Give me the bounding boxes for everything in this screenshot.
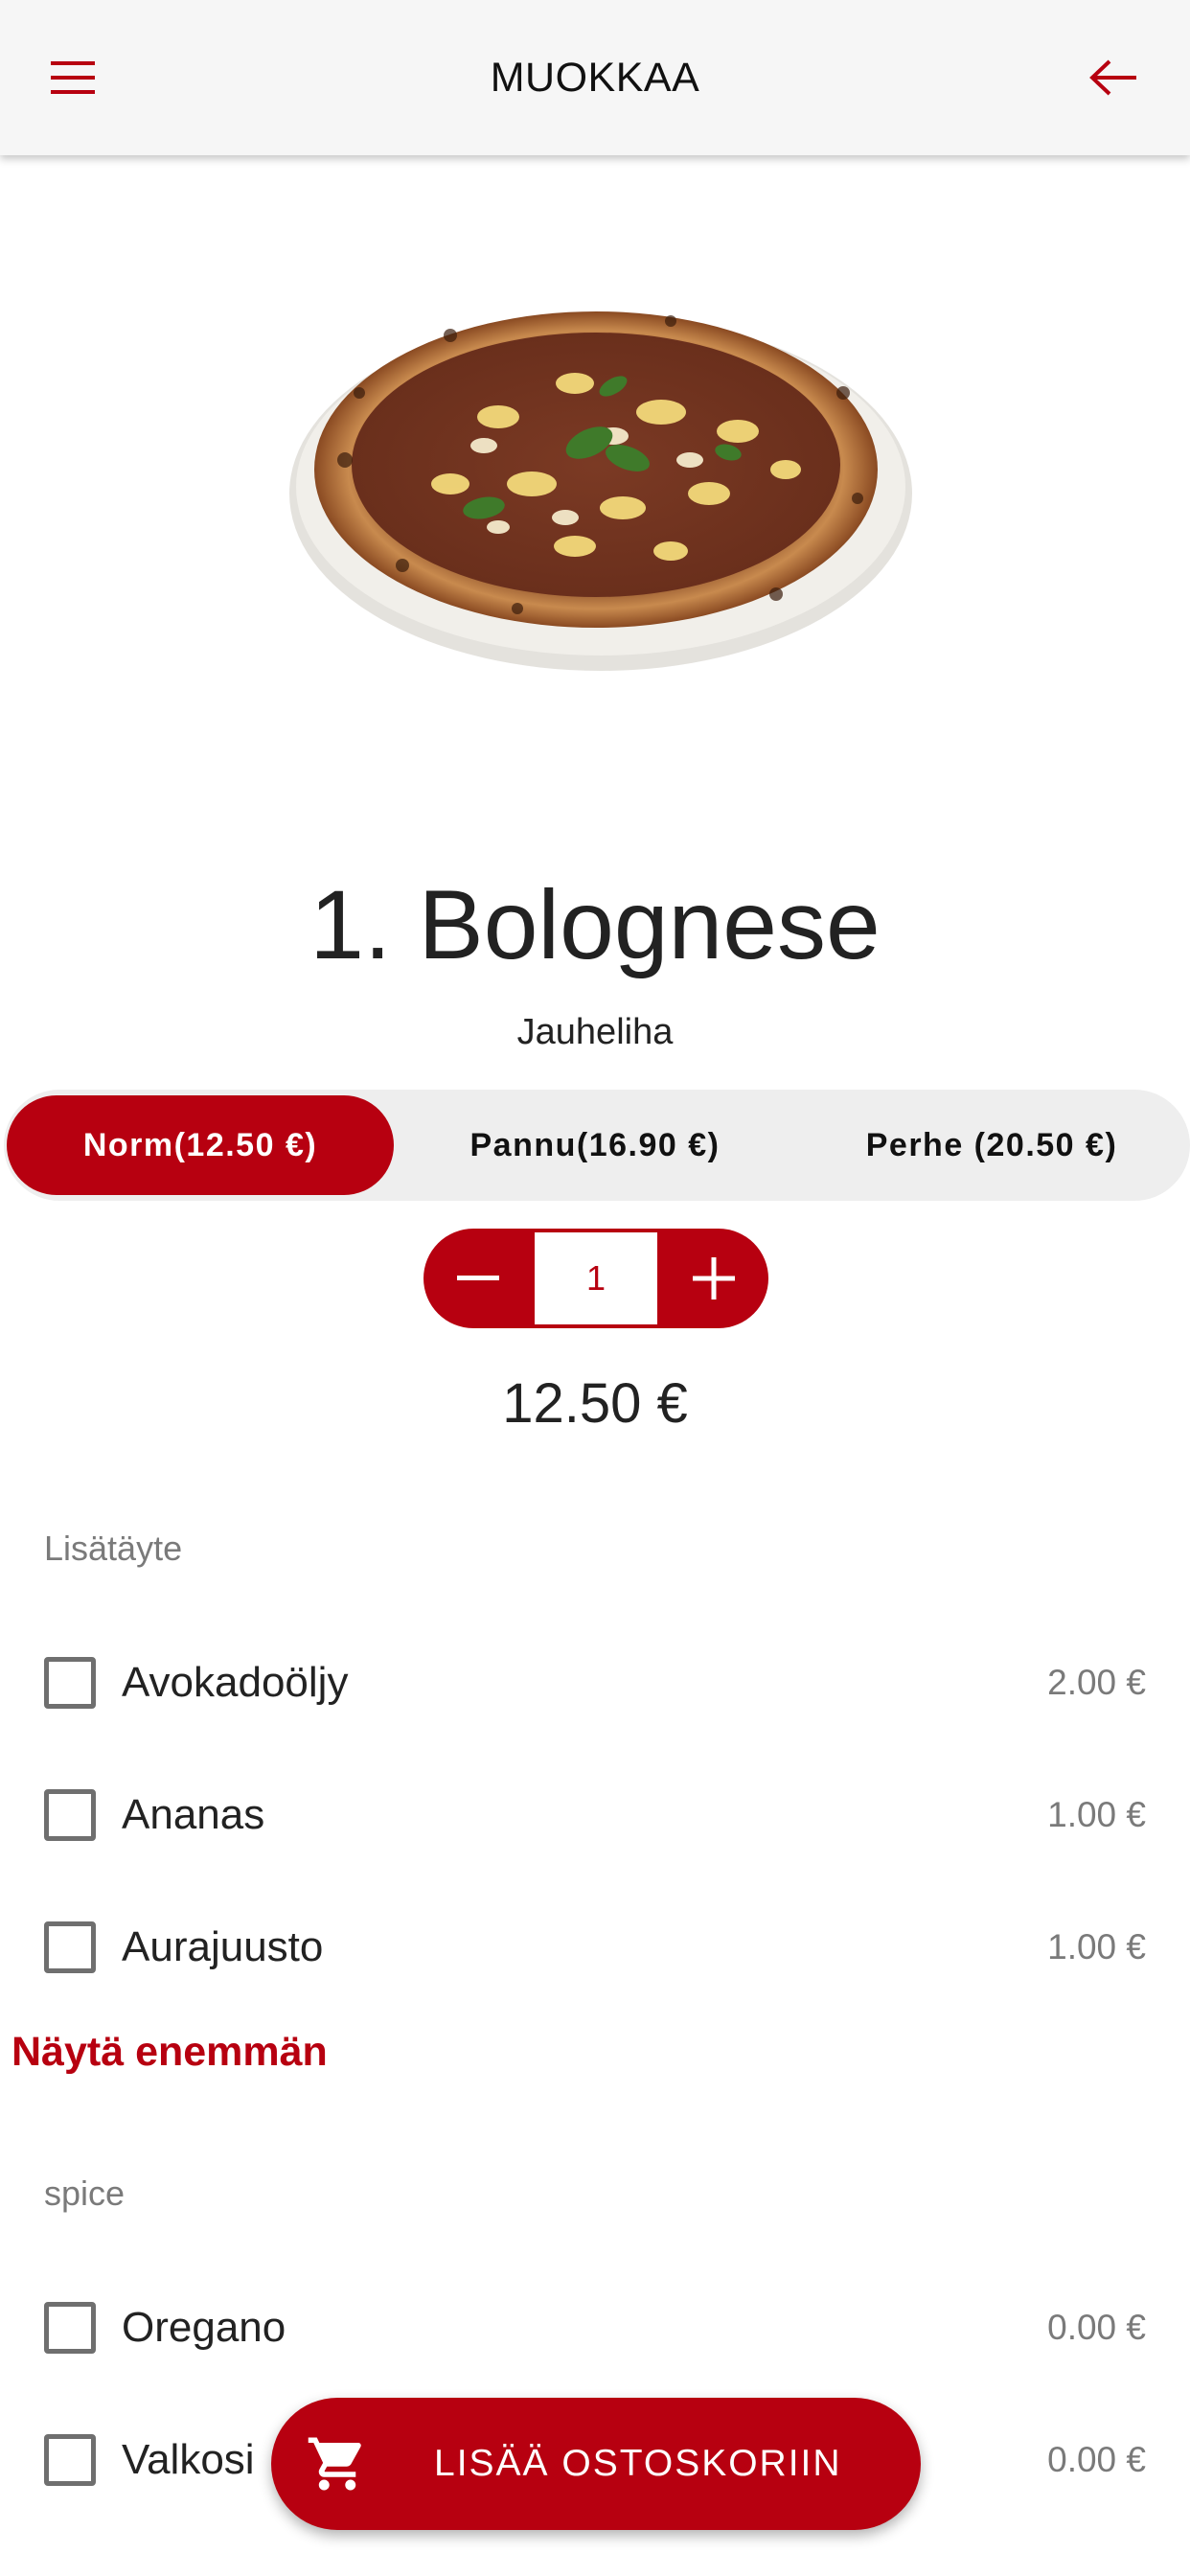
add-to-cart-label: LISÄÄ OSTOSKORIIN: [434, 2443, 842, 2484]
size-option-pannu[interactable]: Pannu(16.90 €): [394, 1095, 796, 1195]
shopping-cart-icon: [308, 2437, 361, 2491]
option-price: 0.00 €: [1047, 2308, 1146, 2347]
plus-icon: [693, 1257, 735, 1300]
option-row: Aurajuusto 1.00 €: [0, 1904, 1190, 1990]
option-row: Avokadoöljy 2.00 €: [0, 1640, 1190, 1726]
option-checkbox[interactable]: [44, 1921, 96, 1973]
option-checkbox[interactable]: [44, 1657, 96, 1709]
product-name: 1. Bolognese: [309, 870, 881, 979]
pizza-photo: [0, 230, 1190, 748]
top-app-bar: MUOKKAA: [0, 0, 1190, 155]
option-label: Valkosi: [122, 2436, 255, 2483]
group-title-extra-toppings: Lisätäyte: [44, 1529, 183, 1568]
option-checkbox[interactable]: [44, 1789, 96, 1841]
option-price: 1.00 €: [1047, 1927, 1146, 1966]
arrow-back-icon: [1089, 59, 1136, 96]
option-label: Ananas: [122, 1791, 265, 1838]
show-more-link[interactable]: Näytä enemmän: [11, 2026, 328, 2078]
quantity-stepper: 1: [423, 1229, 768, 1328]
option-row: Ananas 1.00 €: [0, 1772, 1190, 1858]
decrease-quantity-button[interactable]: [423, 1229, 533, 1328]
minus-icon: [457, 1276, 499, 1280]
option-label: Aurajuusto: [122, 1923, 324, 1970]
option-price: 1.00 €: [1047, 1795, 1146, 1834]
back-button[interactable]: [1079, 50, 1148, 105]
increase-quantity-button[interactable]: [659, 1229, 768, 1328]
option-label: Avokadoöljy: [122, 1659, 349, 1706]
option-checkbox[interactable]: [44, 2434, 96, 2486]
product-description: Jauheliha: [516, 1012, 674, 1052]
page-title: MUOKKAA: [490, 55, 700, 101]
size-option-perhe[interactable]: Perhe (20.50 €): [796, 1095, 1187, 1195]
option-price: 0.00 €: [1047, 2440, 1146, 2479]
size-option-norm[interactable]: Norm(12.50 €): [7, 1095, 394, 1195]
group-title-spice: spice: [44, 2174, 126, 2213]
option-price: 2.00 €: [1047, 1663, 1146, 1702]
option-row: Oregano 0.00 €: [0, 2285, 1190, 2371]
add-to-cart-button[interactable]: LISÄÄ OSTOSKORIIN: [271, 2398, 921, 2530]
option-label: Oregano: [122, 2304, 286, 2351]
size-selector: Norm(12.50 €) Pannu(16.90 €) Perhe (20.5…: [4, 1090, 1190, 1201]
quantity-value[interactable]: 1: [535, 1232, 657, 1324]
option-checkbox[interactable]: [44, 2302, 96, 2354]
total-price: 12.50 €: [502, 1372, 688, 1435]
